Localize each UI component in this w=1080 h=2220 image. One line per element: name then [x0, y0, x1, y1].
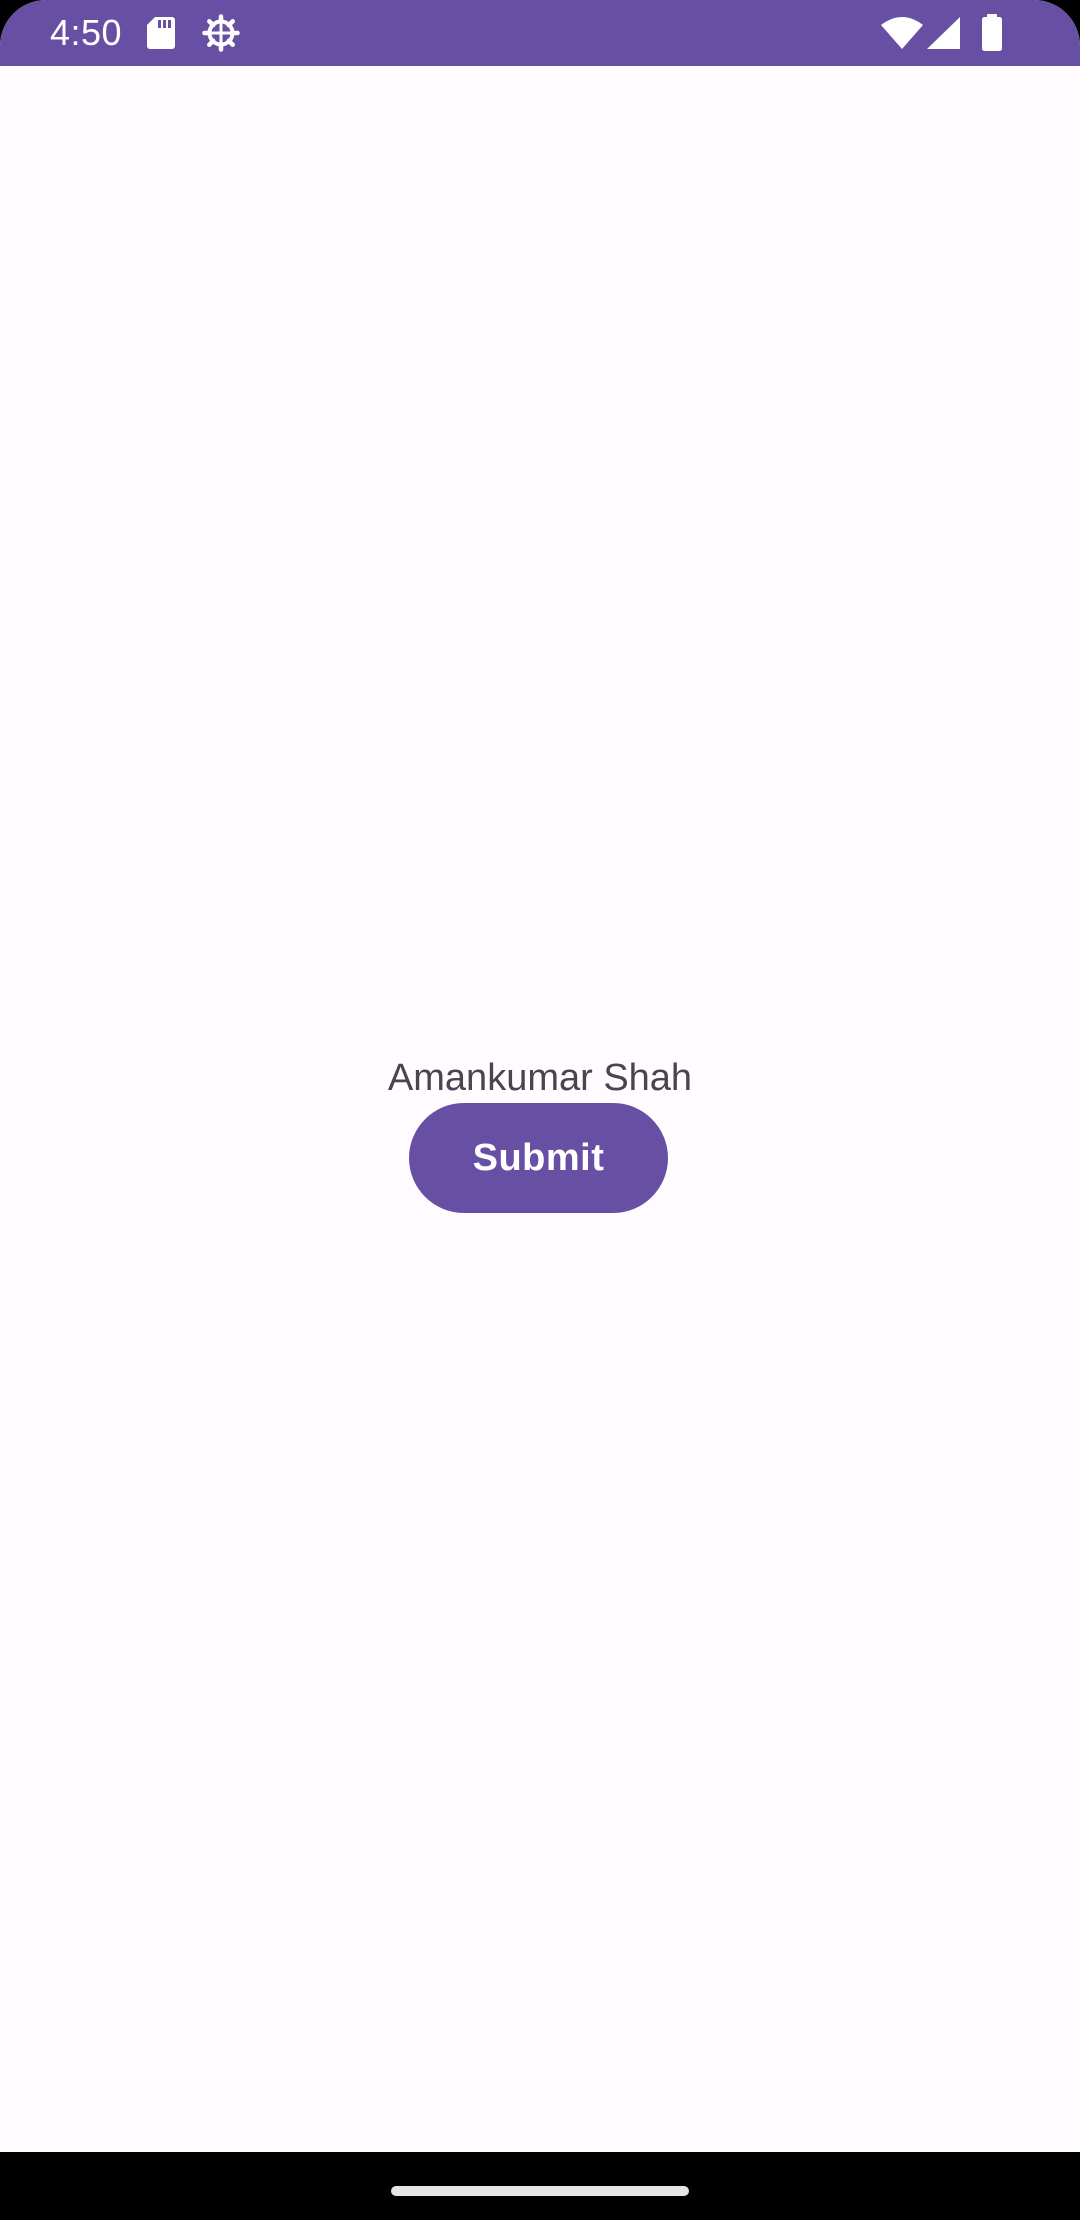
main-content: Amankumar Shah Submit [0, 66, 1080, 2152]
submit-button[interactable]: Submit [409, 1103, 668, 1213]
status-bar: 4:50 [0, 0, 1080, 66]
cellular-signal-icon [927, 17, 960, 49]
battery-icon [982, 14, 1002, 51]
name-label: Amankumar Shah [387, 1057, 693, 1099]
navigation-bar [0, 2152, 1080, 2220]
settings-gear-icon [202, 14, 240, 52]
app-screen: 4:50 Amankumar Shah Submit [0, 0, 1080, 2220]
wifi-icon [881, 17, 923, 49]
status-time: 4:50 [50, 12, 123, 53]
home-gesture-handle[interactable] [391, 2186, 689, 2196]
sd-card-icon [147, 17, 175, 49]
